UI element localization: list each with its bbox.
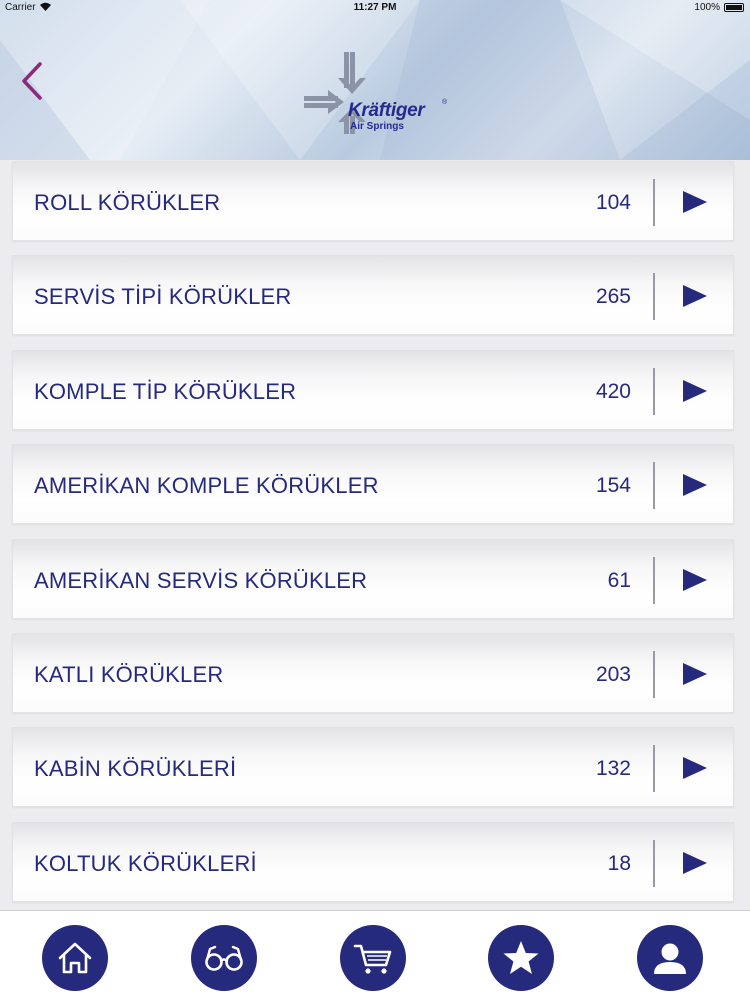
- logo-brand-text: Kräftiger: [348, 100, 425, 121]
- category-label: ROLL KÖRÜKLER: [34, 190, 221, 215]
- cart-icon: [353, 944, 392, 974]
- category-row-komple-tip[interactable]: KOMPLE TİP KÖRÜKLER 420: [12, 349, 734, 430]
- user-icon: [654, 943, 686, 974]
- category-count: 265: [595, 285, 631, 309]
- category-row-koltuk[interactable]: KOLTUK KÖRÜKLERİ 18: [12, 821, 734, 902]
- play-arrow-icon: [683, 662, 707, 685]
- glasses-icon: [205, 945, 243, 971]
- back-button[interactable]: [18, 60, 48, 102]
- status-bar: Carrier 11:27 PM 100%: [0, 0, 750, 16]
- row-divider: [653, 556, 655, 604]
- category-row-roll[interactable]: ROLL KÖRÜKLER 104: [12, 161, 734, 241]
- chevron-left-icon: [22, 62, 42, 100]
- category-count: 61: [607, 568, 631, 592]
- category-count: 18: [607, 851, 631, 875]
- row-divider: [653, 839, 655, 887]
- tab-profile[interactable]: [637, 925, 703, 991]
- tab-bar: [0, 910, 750, 1000]
- tab-favorites[interactable]: [488, 925, 554, 991]
- logo-subtitle: Air Springs: [350, 121, 404, 132]
- brand-logo: Kräftiger ® Air Springs: [300, 50, 450, 135]
- row-divider: [653, 179, 655, 226]
- row-divider: [653, 745, 655, 793]
- category-count: 154: [595, 474, 631, 498]
- category-label: SERVİS TİPİ KÖRÜKLER: [34, 284, 292, 310]
- category-label: KABİN KÖRÜKLERİ: [34, 756, 237, 782]
- row-divider: [653, 273, 655, 321]
- logo-registered-mark: ®: [442, 99, 448, 106]
- category-label: AMERİKAN SERVİS KÖRÜKLER: [34, 567, 368, 593]
- category-count: 132: [595, 757, 631, 781]
- category-row-kabin[interactable]: KABİN KÖRÜKLERİ 132: [12, 727, 734, 808]
- row-divider: [653, 462, 655, 510]
- category-row-katli[interactable]: KATLI KÖRÜKLER 203: [12, 632, 734, 713]
- play-arrow-icon: [683, 474, 707, 497]
- category-label: KOLTUK KÖRÜKLERİ: [34, 850, 257, 876]
- category-row-amerikan-komple[interactable]: AMERİKAN KOMPLE KÖRÜKLER 154: [12, 444, 734, 525]
- header: Carrier 11:27 PM 100% Kräftiger ® Air Sp…: [0, 0, 750, 160]
- battery-icon: [724, 3, 744, 12]
- battery-percent: 100%: [694, 2, 720, 13]
- category-list: ROLL KÖRÜKLER 104 SERVİS TİPİ KÖRÜKLER 2…: [12, 161, 734, 916]
- row-divider: [653, 650, 655, 698]
- play-arrow-icon: [683, 285, 707, 308]
- tab-cart[interactable]: [340, 925, 406, 991]
- tab-home[interactable]: [42, 925, 108, 991]
- play-arrow-icon: [683, 379, 707, 402]
- category-row-amerikan-servis[interactable]: AMERİKAN SERVİS KÖRÜKLER 61: [12, 538, 734, 619]
- tab-browse[interactable]: [191, 925, 257, 991]
- play-arrow-icon: [683, 851, 707, 874]
- row-divider: [653, 367, 655, 415]
- category-count: 104: [595, 191, 631, 214]
- play-arrow-icon: [683, 568, 707, 591]
- play-arrow-icon: [683, 191, 707, 213]
- star-icon: [503, 941, 539, 974]
- clock: 11:27 PM: [353, 2, 397, 13]
- category-label: AMERİKAN KOMPLE KÖRÜKLER: [34, 473, 379, 499]
- home-icon: [58, 942, 92, 974]
- category-label: KOMPLE TİP KÖRÜKLER: [34, 378, 297, 404]
- category-count: 420: [595, 379, 631, 403]
- category-row-servis-tipi[interactable]: SERVİS TİPİ KÖRÜKLER 265: [12, 255, 734, 336]
- category-label: KATLI KÖRÜKLER: [34, 661, 224, 687]
- category-count: 203: [595, 662, 631, 686]
- play-arrow-icon: [683, 757, 707, 780]
